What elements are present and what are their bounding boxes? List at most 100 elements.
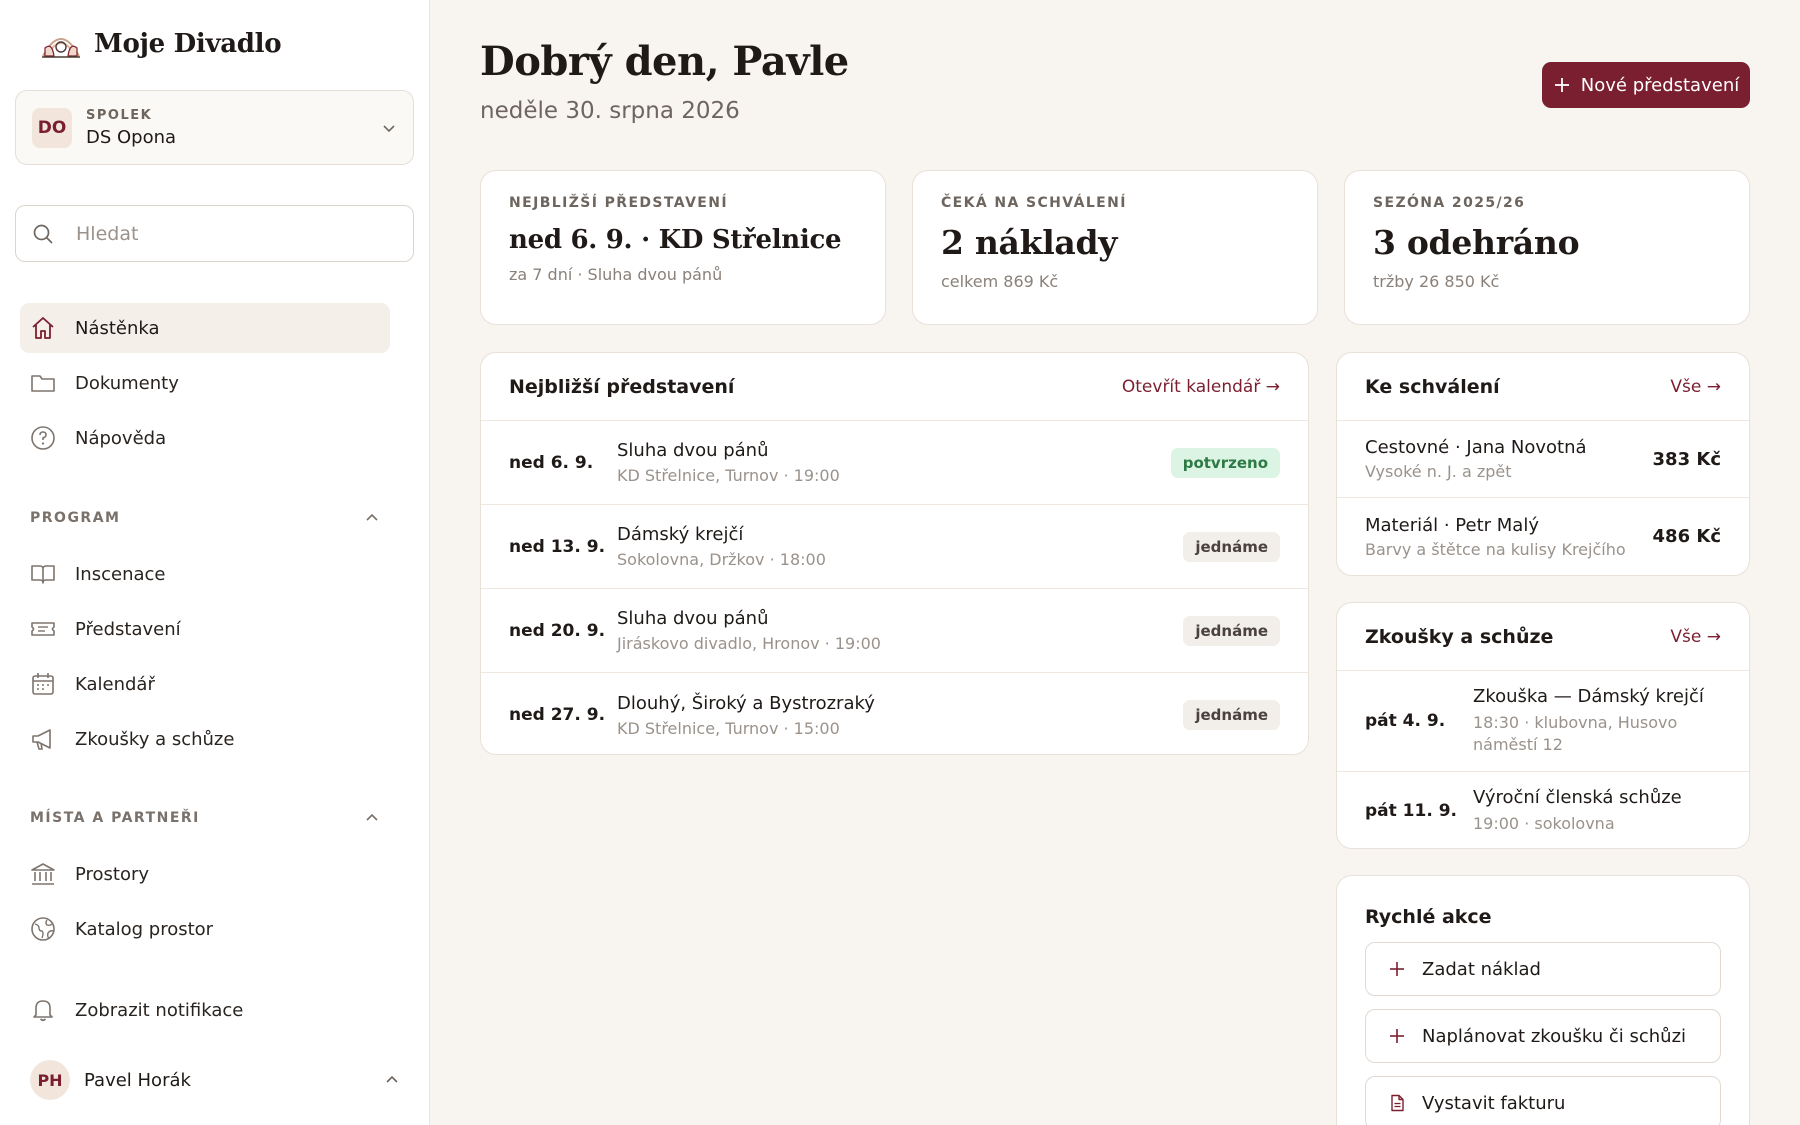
stat-card-next-performance: NEJBLIŽŠÍ PŘEDSTAVENÍ ned 6. 9. · KD Stř…	[480, 170, 886, 325]
stat-value: 2 náklady	[941, 223, 1118, 262]
chevron-up-icon	[386, 1075, 398, 1083]
meeting-date: pát 4. 9.	[1365, 711, 1446, 731]
section-program-toggle[interactable]: PROGRAM	[30, 510, 380, 526]
folder-icon	[31, 375, 55, 392]
approval-meta: Barvy a štětce na kulisy Krejčího	[1365, 539, 1626, 559]
bell-icon	[33, 1000, 53, 1022]
performance-meta: KD Střelnice, Turnov · 19:00	[617, 466, 840, 485]
panel-title: Ke schválení	[1365, 375, 1500, 398]
nav-label: Představení	[75, 618, 181, 640]
organization-switcher[interactable]: DO SPOLEK DS Opona	[15, 90, 414, 165]
nav-label: Zkoušky a schůze	[75, 728, 235, 750]
brand[interactable]: Moje Divadlo	[40, 26, 282, 62]
meeting-row[interactable]: pát 11. 9. Výroční členská schůze 19:00 …	[1337, 772, 1749, 848]
approval-amount: 383 Kč	[1652, 448, 1721, 470]
approval-title: Cestovné · Jana Novotná	[1365, 437, 1587, 458]
panel-title: Rychlé akce	[1365, 906, 1492, 928]
nav-item-dashboard[interactable]: Nástěnka	[20, 303, 390, 353]
stat-sub: za 7 dní · Sluha dvou pánů	[509, 265, 723, 284]
performance-row[interactable]: ned 27. 9. Dlouhý, Široký a Bystrozraký …	[481, 673, 1308, 754]
theatre-logo-icon	[42, 38, 80, 58]
app-name: Moje Divadlo	[94, 29, 282, 59]
meeting-title: Zkouška — Dámský krejčí	[1473, 686, 1704, 707]
search-icon	[33, 224, 53, 244]
nav-item-venues[interactable]: Prostory	[20, 849, 390, 899]
nav-item-venue-catalog[interactable]: Katalog prostor	[20, 904, 390, 954]
status-badge: jednáme	[1183, 615, 1280, 646]
add-expense-button[interactable]: Zadat náklad	[1365, 942, 1721, 996]
approvals-all-link[interactable]: Vše →	[1670, 377, 1721, 397]
panel-title: Nejbližší představení	[509, 375, 735, 398]
plus-icon	[1390, 1029, 1404, 1043]
approval-row[interactable]: Cestovné · Jana Novotná Vysoké n. J. a z…	[1337, 421, 1749, 498]
performance-date: ned 20. 9.	[509, 620, 606, 641]
org-kicker: SPOLEK	[86, 107, 153, 123]
stat-kicker: NEJBLIŽŠÍ PŘEDSTAVENÍ	[509, 195, 728, 211]
status-badge: potvrzeno	[1170, 447, 1280, 478]
stat-sub: tržby 26 850 Kč	[1373, 272, 1500, 291]
nav-item-help[interactable]: Nápověda	[20, 413, 390, 463]
approval-row[interactable]: Materiál · Petr Malý Barvy a štětce na k…	[1337, 498, 1749, 575]
section-places-toggle[interactable]: MÍSTA A PARTNEŘI	[30, 810, 380, 826]
stat-kicker: SEZÓNA 2025/26	[1373, 195, 1526, 211]
nav-label: Kalendář	[75, 673, 155, 695]
button-label: Naplánovat zkoušku či schůzi	[1422, 1025, 1687, 1047]
meeting-title: Výroční členská schůze	[1473, 786, 1682, 808]
plus-icon	[1390, 962, 1404, 976]
avatar: PH	[30, 1060, 70, 1100]
book-icon	[31, 565, 55, 584]
rehearsals-panel: Zkoušky a schůze Vše → pát 4. 9. Zkouška…	[1336, 602, 1750, 849]
meeting-row[interactable]: pát 4. 9. Zkouška — Dámský krejčí 18:30 …	[1337, 671, 1749, 772]
megaphone-icon	[32, 729, 51, 750]
plus-icon	[1554, 78, 1569, 92]
search-box	[15, 205, 414, 262]
upcoming-performances-panel: Nejbližší představení Otevřít kalendář →…	[480, 352, 1309, 755]
schedule-rehearsal-button[interactable]: Naplánovat zkoušku či schůzi	[1365, 1009, 1721, 1063]
status-badge: jednáme	[1183, 531, 1280, 562]
search-input[interactable]	[76, 222, 376, 245]
performance-meta: Sokolovna, Držkov · 18:00	[617, 550, 826, 569]
chevron-up-icon	[366, 513, 378, 521]
new-performance-button[interactable]: Nové představení	[1542, 62, 1750, 108]
nav-label: Zobrazit notifikace	[75, 999, 244, 1021]
org-badge: DO	[32, 107, 72, 148]
button-label: Vystavit fakturu	[1422, 1092, 1566, 1114]
nav-item-calendar[interactable]: Kalendář	[20, 659, 390, 709]
button-label: Zadat náklad	[1422, 958, 1541, 980]
calendar-icon	[32, 673, 54, 695]
performance-meta: KD Střelnice, Turnov · 15:00	[617, 718, 840, 738]
stat-card-season: SEZÓNA 2025/26 3 odehráno tržby 26 850 K…	[1344, 170, 1750, 325]
issue-invoice-button[interactable]: Vystavit fakturu	[1365, 1076, 1721, 1125]
approvals-panel: Ke schválení Vše → Cestovné · Jana Novot…	[1336, 352, 1750, 576]
nav-label: Nástěnka	[75, 317, 160, 339]
meeting-meta: 18:30 · klubovna, Husovo náměstí 12	[1473, 713, 1678, 754]
performance-title: Sluha dvou pánů	[617, 440, 769, 461]
user-name: Pavel Horák	[84, 1069, 191, 1091]
approval-meta: Vysoké n. J. a zpět	[1365, 462, 1512, 481]
page-title: Dobrý den, Pavle	[480, 38, 849, 85]
globe-icon	[31, 917, 55, 941]
performance-row[interactable]: ned 13. 9. Dámský krejčí Sokolovna, Držk…	[481, 505, 1308, 589]
performance-title: Sluha dvou pánů	[617, 608, 769, 629]
user-menu[interactable]: PH Pavel Horák	[30, 1060, 400, 1100]
open-calendar-link[interactable]: Otevřít kalendář →	[1122, 377, 1280, 397]
approval-amount: 486 Kč	[1652, 526, 1721, 547]
nav-item-performances[interactable]: Představení	[20, 604, 390, 654]
performance-row[interactable]: ned 20. 9. Sluha dvou pánů Jiráskovo div…	[481, 589, 1308, 673]
performance-row[interactable]: ned 6. 9. Sluha dvou pánů KD Střelnice, …	[481, 421, 1308, 505]
meetings-all-link[interactable]: Vše →	[1670, 627, 1721, 647]
current-date: neděle 30. srpna 2026	[480, 98, 740, 124]
nav-item-notifications[interactable]: Zobrazit notifikace	[20, 985, 390, 1035]
performance-title: Dlouhý, Široký a Bystrozraký	[617, 692, 875, 714]
stat-value: 3 odehráno	[1373, 223, 1580, 262]
nav-item-documents[interactable]: Dokumenty	[20, 358, 390, 408]
org-name: DS Opona	[86, 126, 177, 148]
performance-date: ned 6. 9.	[509, 452, 594, 473]
panel-title: Zkoušky a schůze	[1365, 625, 1554, 648]
ticket-icon	[31, 622, 55, 636]
nav-label: Inscenace	[75, 563, 166, 585]
nav-item-rehearsals[interactable]: Zkoušky a schůze	[20, 714, 390, 764]
section-title: MÍSTA A PARTNEŘI	[30, 810, 200, 826]
stat-kicker: ČEKÁ NA SCHVÁLENÍ	[941, 195, 1127, 211]
nav-item-productions[interactable]: Inscenace	[20, 549, 390, 599]
